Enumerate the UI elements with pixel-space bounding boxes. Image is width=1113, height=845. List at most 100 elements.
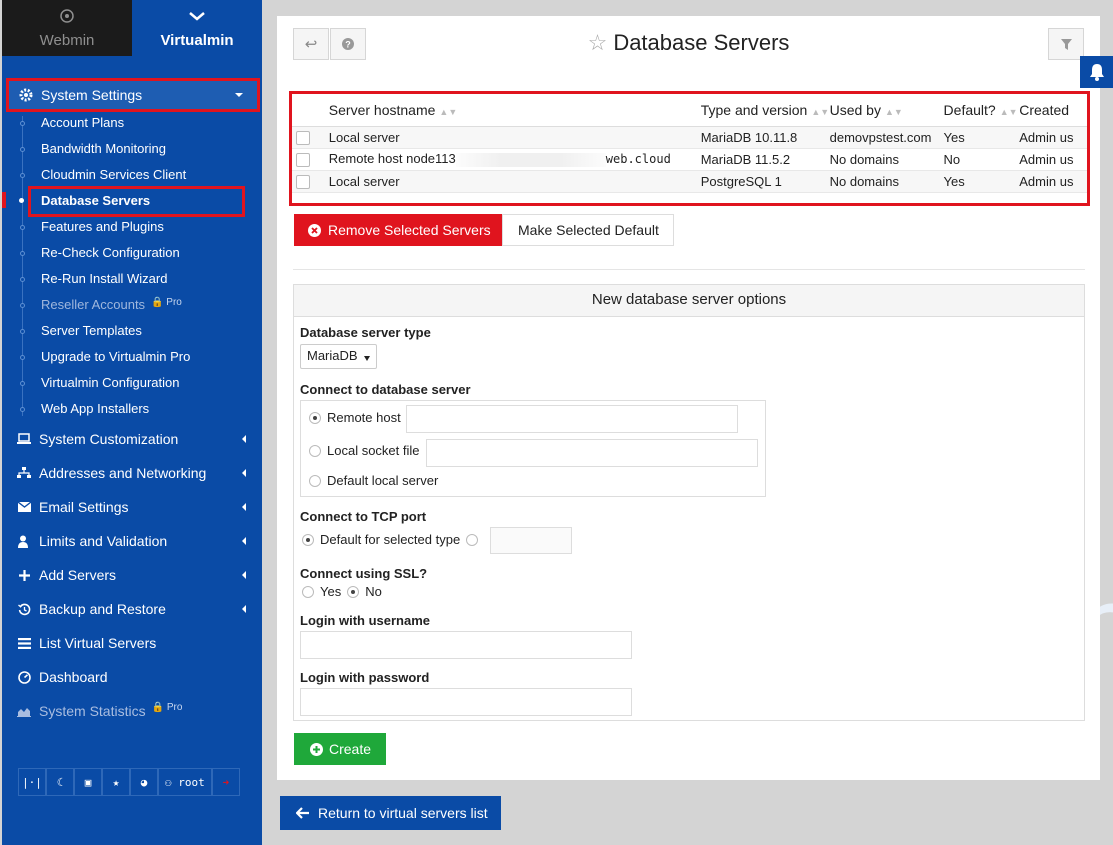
table-row[interactable]: Remote host node113 web.cloud MariaDB 11.…: [292, 148, 1087, 171]
remote-host-input[interactable]: [406, 405, 738, 433]
remote-host-option[interactable]: Remote host: [309, 410, 401, 425]
sidebar-section-add-servers[interactable]: Add Servers: [16, 565, 252, 585]
menu-system-settings[interactable]: System Settings: [6, 78, 260, 112]
webmin-switch[interactable]: Webmin: [2, 0, 132, 56]
notifications-button[interactable]: [1080, 56, 1113, 88]
remote-host-label: Remote host: [327, 410, 401, 425]
column-header-label: Used by: [829, 101, 881, 118]
collapse-sidebar-button[interactable]: |·|: [18, 768, 46, 796]
terminal-button[interactable]: ▣: [74, 768, 102, 796]
bullet-icon: [20, 381, 25, 386]
table-row[interactable]: Local server MariaDB 10.11.8 demovpstest…: [292, 126, 1087, 149]
row-checkbox[interactable]: [296, 130, 310, 145]
collapse-icon: |·|: [22, 775, 42, 789]
laptop-icon: [17, 433, 31, 444]
tree-line: [22, 116, 23, 416]
sidebar-section-list-virtual-servers[interactable]: List Virtual Servers: [16, 633, 252, 653]
remote-host-radio[interactable]: [309, 411, 321, 424]
terminal-icon: ▣: [84, 775, 92, 789]
sidebar-section-system-statistics[interactable]: System Statistics 🔒 Pro: [16, 701, 252, 721]
sidebar-item-web-app-installers[interactable]: Web App Installers: [20, 401, 149, 416]
filter-button[interactable]: [1048, 28, 1084, 60]
new-server-options-panel: New database server options Database ser…: [293, 284, 1085, 721]
sort-icon: ▲▼: [811, 106, 830, 117]
column-header-label: Default?: [943, 101, 996, 118]
tcp-port-input[interactable]: [490, 527, 572, 554]
page-title-text: Database Servers: [613, 30, 790, 55]
user-button[interactable]: ⚇ root: [158, 768, 212, 796]
star-icon: ★: [112, 775, 120, 789]
sidebar-item-label: Re-Run Install Wizard: [41, 271, 168, 286]
server-type-select[interactable]: MariaDB: [300, 344, 377, 369]
arrow-left-icon: [296, 807, 309, 819]
tcp-default-option[interactable]: Default for selected type: [302, 532, 479, 547]
sidebar-section-limits-validation[interactable]: Limits and Validation: [16, 531, 252, 551]
default-local-option[interactable]: Default local server: [309, 473, 438, 488]
make-selected-default-button[interactable]: Make Selected Default: [502, 214, 674, 246]
sidebar-item-cloudmin-services-client[interactable]: Cloudmin Services Client: [20, 167, 186, 182]
user-shield-icon: [17, 535, 28, 548]
gear-icon: [19, 88, 33, 102]
username-input[interactable]: [300, 631, 632, 659]
bullet-icon: [20, 329, 25, 334]
row-checkbox[interactable]: [296, 174, 310, 189]
favorite-star-icon[interactable]: ☆: [588, 30, 608, 55]
sidebar-item-rerun-install-wizard[interactable]: Re-Run Install Wizard: [20, 271, 168, 286]
theme-button[interactable]: ◕: [130, 768, 158, 796]
cell-created: Admin us: [1019, 170, 1087, 193]
make-default-label: Make Selected Default: [518, 222, 659, 238]
column-header-type[interactable]: Type and version ▲▼: [700, 94, 830, 127]
favorites-button[interactable]: ★: [102, 768, 130, 796]
lock-icon: 🔒: [151, 297, 164, 308]
local-socket-option[interactable]: Local socket file: [309, 443, 420, 458]
sidebar-item-server-templates[interactable]: Server Templates: [20, 323, 142, 338]
sidebar-item-recheck-configuration[interactable]: Re-Check Configuration: [20, 245, 180, 260]
ssl-label: Connect using SSL?: [300, 566, 428, 581]
remove-selected-servers-button[interactable]: Remove Selected Servers: [294, 214, 502, 246]
local-socket-radio[interactable]: [309, 444, 321, 457]
column-header-default[interactable]: Default? ▲▼: [943, 94, 1020, 127]
virtualmin-switch[interactable]: Virtualmin: [132, 0, 262, 56]
sidebar-item-database-servers[interactable]: Database Servers: [41, 193, 150, 208]
column-header-hostname[interactable]: Server hostname ▲▼: [328, 94, 701, 127]
user-name: root: [178, 775, 205, 789]
column-header-label: Type and version: [700, 101, 808, 118]
sidebar-item-features-and-plugins[interactable]: Features and Plugins: [20, 219, 164, 234]
section-label: List Virtual Servers: [39, 635, 157, 651]
sidebar-item-label: Bandwidth Monitoring: [41, 141, 167, 156]
sidebar-item-reseller-accounts[interactable]: Reseller Accounts 🔒 Pro: [20, 297, 182, 312]
section-label: Dashboard: [39, 669, 108, 685]
sidebar-item-bandwidth-monitoring[interactable]: Bandwidth Monitoring: [20, 141, 167, 156]
tcp-default-radio[interactable]: [302, 533, 314, 546]
sidebar-item-account-plans[interactable]: Account Plans: [20, 115, 124, 130]
column-header-used-by[interactable]: Used by ▲▼: [829, 94, 944, 127]
envelope-icon: [17, 502, 31, 512]
sidebar-section-addresses-networking[interactable]: Addresses and Networking: [16, 463, 252, 483]
sidebar-item-virtualmin-configuration[interactable]: Virtualmin Configuration: [20, 375, 180, 390]
password-input[interactable]: [300, 688, 632, 716]
column-header-created[interactable]: Created: [1019, 94, 1087, 127]
ssl-yes-radio[interactable]: [302, 585, 314, 598]
tcp-custom-radio[interactable]: [466, 533, 479, 546]
sidebar-section-email-settings[interactable]: Email Settings: [16, 497, 252, 517]
default-local-label: Default local server: [327, 473, 439, 488]
cell-type: PostgreSQL 1: [700, 170, 830, 193]
cell-used-by: No domains: [829, 148, 944, 171]
sidebar-section-dashboard[interactable]: Dashboard: [16, 667, 252, 687]
local-socket-input[interactable]: [426, 439, 758, 467]
table-row[interactable]: Local server PostgreSQL 1 No domains Yes…: [292, 170, 1087, 193]
create-button[interactable]: Create: [294, 733, 386, 765]
sidebar-item-upgrade-to-pro[interactable]: Upgrade to Virtualmin Pro: [20, 349, 190, 364]
password-label: Login with password: [300, 670, 430, 685]
column-header-label: Created: [1019, 101, 1070, 118]
ssl-no-radio[interactable]: [347, 585, 360, 598]
return-to-list-button[interactable]: Return to virtual servers list: [280, 796, 501, 830]
logout-button[interactable]: ➜: [211, 768, 240, 796]
sidebar-section-system-customization[interactable]: System Customization: [16, 429, 252, 449]
sidebar-section-backup-restore[interactable]: Backup and Restore: [16, 599, 252, 619]
cell-hostname: Remote host node113 web.cloud: [328, 148, 701, 171]
row-checkbox[interactable]: [296, 152, 310, 167]
default-local-radio[interactable]: [309, 474, 321, 487]
night-mode-button[interactable]: ☾: [46, 768, 74, 796]
pro-badge-label: Pro: [166, 701, 183, 713]
